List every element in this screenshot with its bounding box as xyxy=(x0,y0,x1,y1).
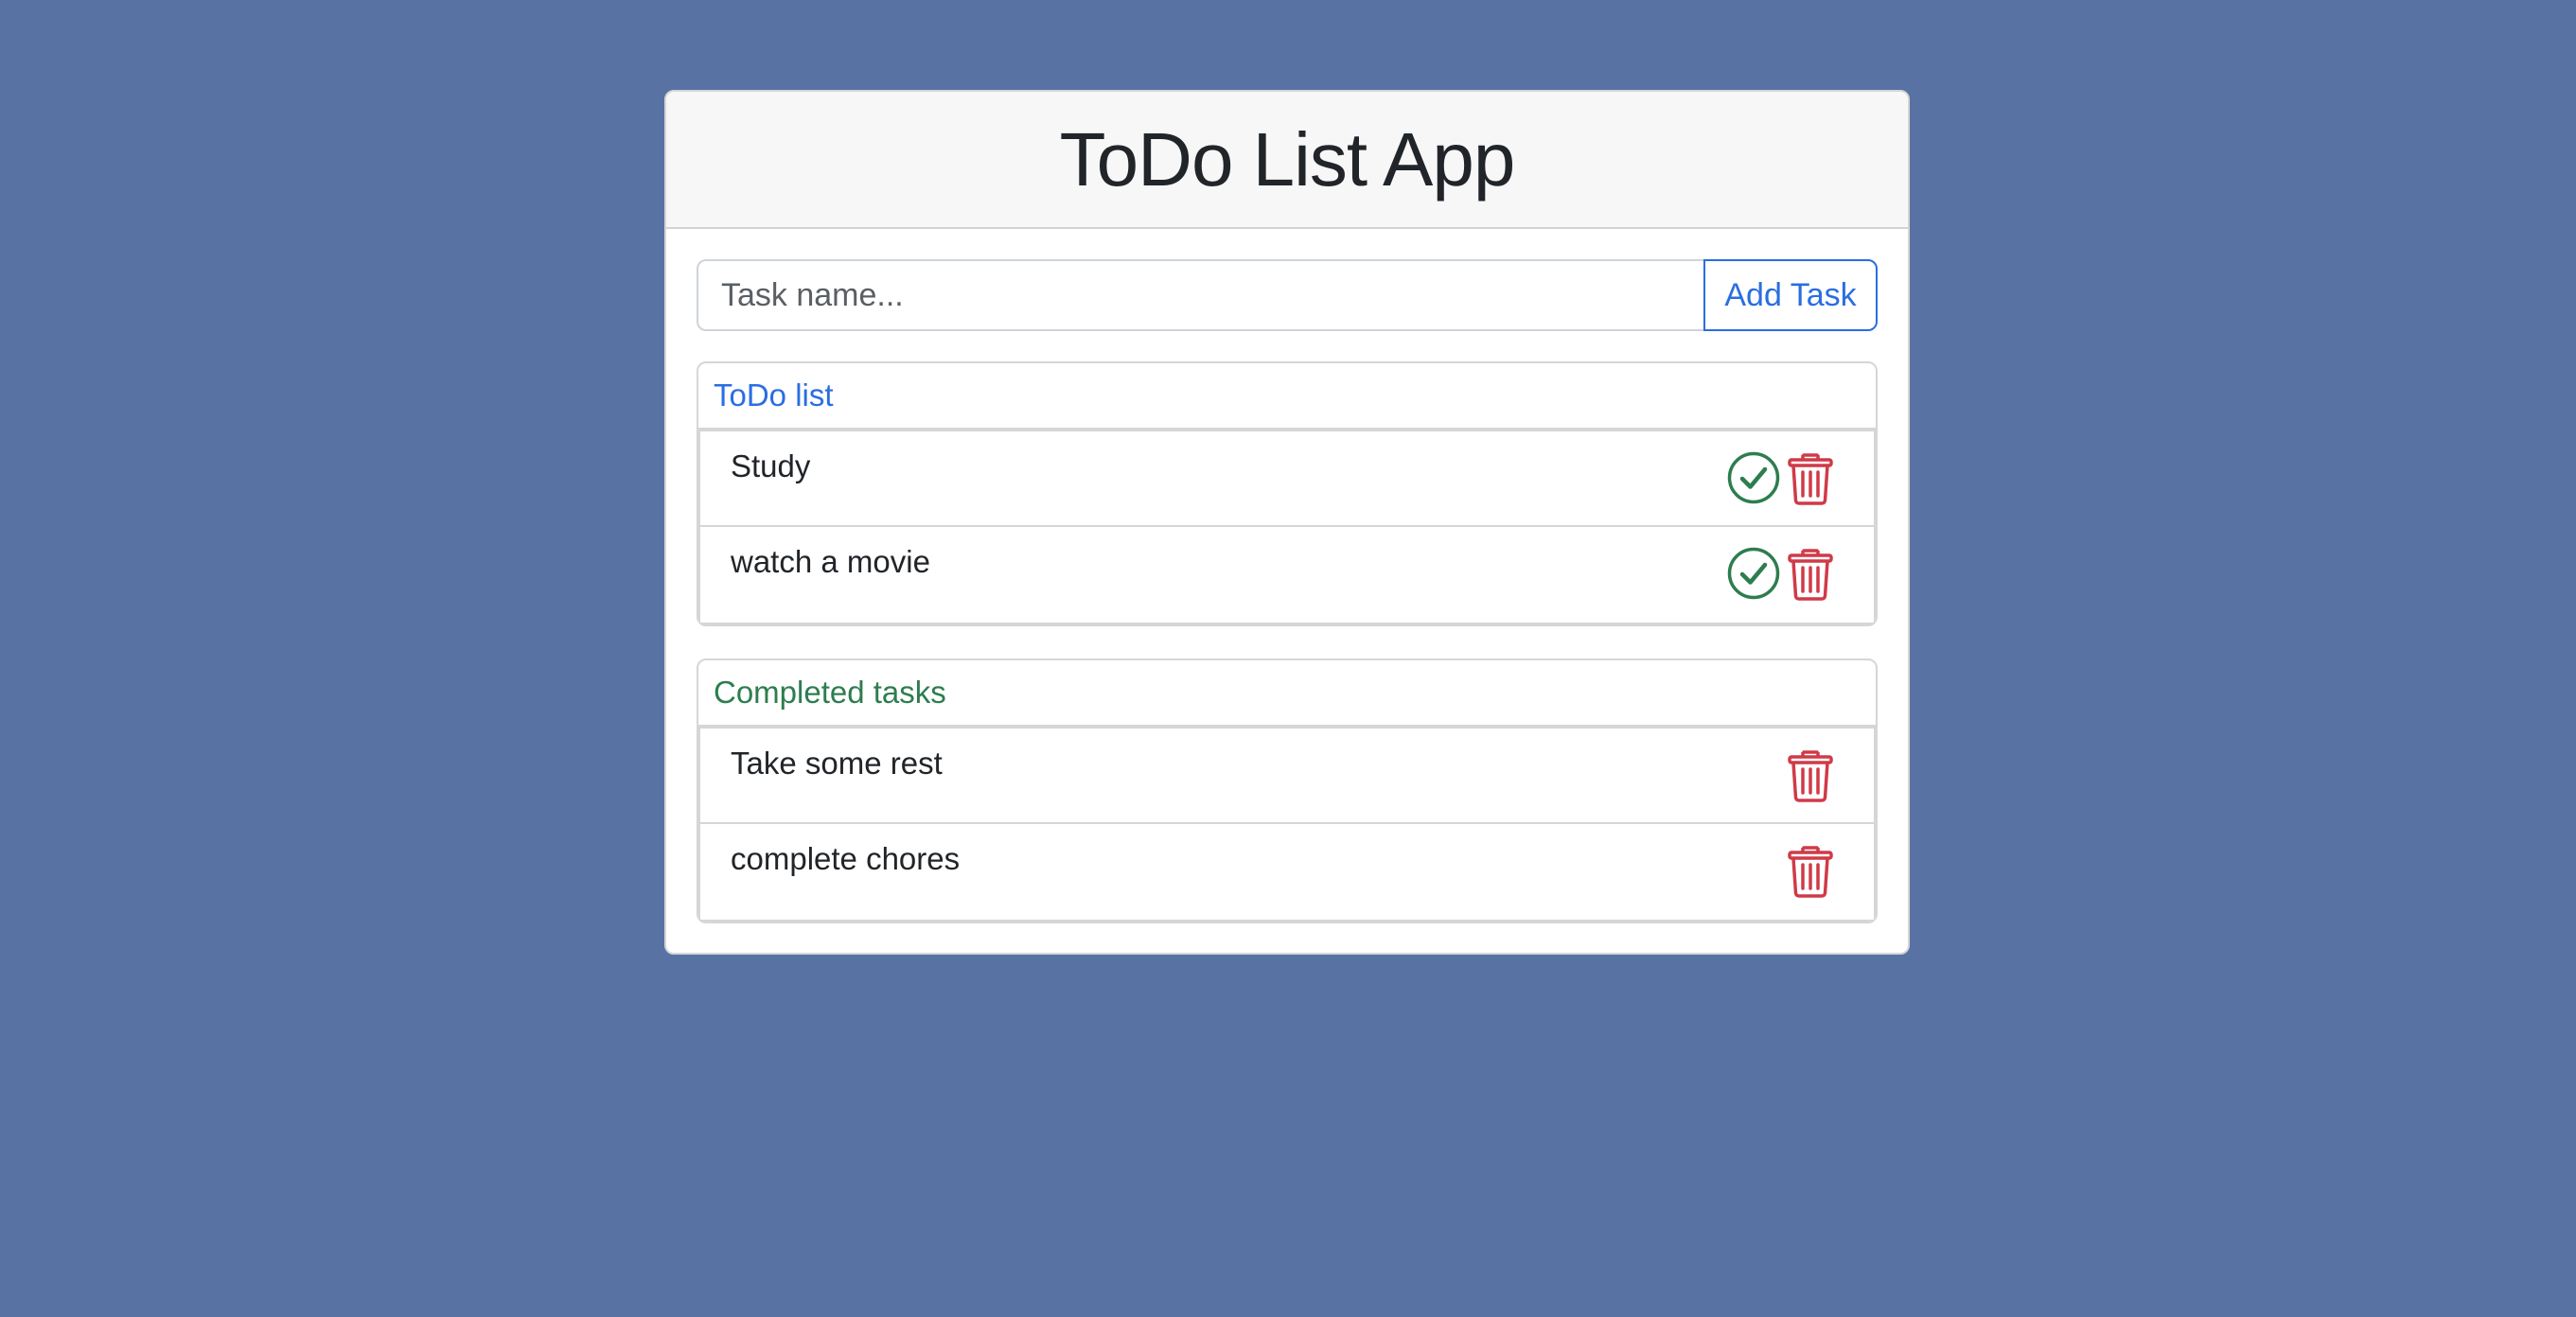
trash-icon[interactable] xyxy=(1783,450,1838,505)
completed-item: Take some rest xyxy=(698,727,1876,824)
task-name-input[interactable] xyxy=(697,259,1703,331)
trash-icon[interactable] xyxy=(1783,843,1838,898)
todo-app-card: ToDo List App Add Task ToDo list Study xyxy=(664,90,1910,955)
completed-item-actions xyxy=(1783,843,1838,898)
todo-list-heading: ToDo list xyxy=(698,363,1876,430)
todo-item: Study xyxy=(698,430,1876,527)
todo-list-section: ToDo list Study watch a movie xyxy=(697,361,1878,626)
trash-icon[interactable] xyxy=(1783,747,1838,802)
check-circle-icon[interactable] xyxy=(1726,546,1781,601)
todo-item-name: Study xyxy=(731,448,811,483)
completed-item-name: complete chores xyxy=(731,841,961,876)
app-body: Add Task ToDo list Study xyxy=(666,229,1908,923)
app-header: ToDo List App xyxy=(666,92,1908,229)
check-circle-icon[interactable] xyxy=(1726,450,1781,505)
completed-item-name: Take some rest xyxy=(731,746,943,781)
add-task-button[interactable]: Add Task xyxy=(1703,259,1878,331)
page-title: ToDo List App xyxy=(1059,116,1516,202)
trash-icon[interactable] xyxy=(1783,546,1838,601)
todo-item-actions xyxy=(1726,546,1838,601)
completed-item-actions xyxy=(1783,747,1838,802)
todo-item-actions xyxy=(1726,450,1838,505)
completed-tasks-heading: Completed tasks xyxy=(698,660,1876,727)
todo-item: watch a movie xyxy=(698,527,1876,624)
todo-item-name: watch a movie xyxy=(731,544,930,579)
completed-item: complete chores xyxy=(698,824,1876,922)
new-task-form: Add Task xyxy=(697,259,1878,331)
completed-tasks-section: Completed tasks Take some rest complete … xyxy=(697,658,1878,923)
